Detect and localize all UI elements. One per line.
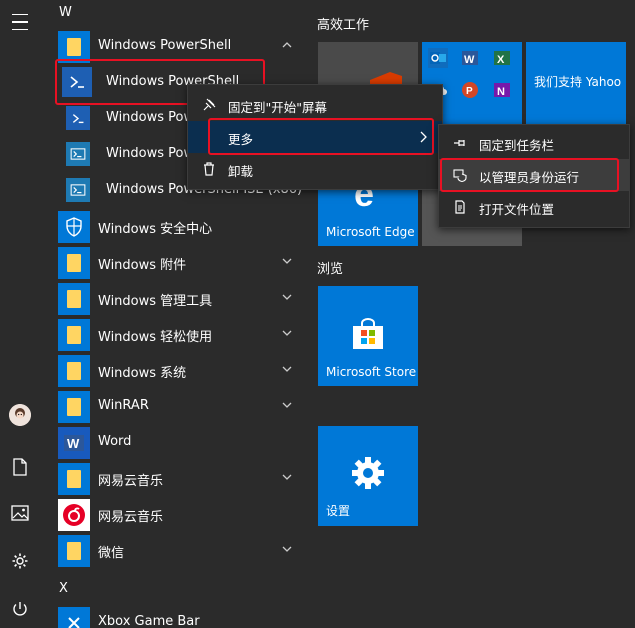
tile-settings[interactable]: 设置 xyxy=(318,426,418,526)
svg-text:N: N xyxy=(497,86,505,98)
word-icon: W xyxy=(460,48,480,68)
user-avatar[interactable] xyxy=(9,404,31,426)
highlight-more-item xyxy=(208,118,434,155)
list-item-label: Word xyxy=(98,434,132,449)
list-item-winrar-folder[interactable]: WinRAR xyxy=(48,389,310,425)
pin-icon xyxy=(454,140,465,146)
svg-text:P: P xyxy=(466,86,473,97)
word-icon: W xyxy=(58,427,90,459)
list-item-system-folder[interactable]: Windows 系统 xyxy=(48,353,310,389)
xbox-game-bar-icon xyxy=(58,607,90,628)
tile-yahoo-label: 我们支持 Yahoo xyxy=(534,75,622,89)
list-item-wechat-folder[interactable]: 微信 xyxy=(48,533,310,569)
documents-icon[interactable] xyxy=(8,455,32,479)
outlook-icon xyxy=(428,48,448,68)
list-item-label: Windows 轻松使用 xyxy=(98,330,213,345)
chevron-down-icon xyxy=(282,402,292,408)
menu-item-open-file-location[interactable]: 打开文件位置 xyxy=(439,191,629,223)
pin-icon xyxy=(203,98,216,111)
power-icon[interactable] xyxy=(8,597,32,621)
tile-settings-label: 设置 xyxy=(326,504,351,518)
folder-icon xyxy=(58,355,90,387)
folder-icon xyxy=(58,283,90,315)
chevron-down-icon xyxy=(282,366,292,372)
excel-icon: X xyxy=(492,48,512,68)
list-item-label: Windows PowerShell xyxy=(98,38,232,53)
list-item-ease-of-access-folder[interactable]: Windows 轻松使用 xyxy=(48,317,310,353)
list-item-xbox-game-bar[interactable]: Xbox Game Bar xyxy=(48,605,310,628)
list-item-admin-tools-folder[interactable]: Windows 管理工具 xyxy=(48,281,310,317)
powerpoint-icon: P xyxy=(460,80,480,100)
list-item-label: WinRAR xyxy=(98,398,149,413)
list-item-label: 网易云音乐 xyxy=(98,510,164,525)
shield-icon xyxy=(58,211,90,243)
tile-edge-label: Microsoft Edge xyxy=(326,225,415,239)
list-item-netease-folder[interactable]: 网易云音乐 xyxy=(48,461,310,497)
folder-icon xyxy=(58,463,90,495)
chevron-down-icon xyxy=(282,258,292,264)
file-location-icon xyxy=(455,200,465,214)
menu-item-label: 打开文件位置 xyxy=(479,202,555,217)
svg-text:W: W xyxy=(67,436,80,451)
list-item-label: 网易云音乐 xyxy=(98,474,164,489)
hamburger-menu-icon[interactable] xyxy=(8,10,32,34)
netease-music-icon xyxy=(58,499,90,531)
svg-text:W: W xyxy=(464,54,475,66)
section-letter-x[interactable]: X xyxy=(59,581,68,596)
powershell-ise-icon xyxy=(66,178,90,202)
tile-group-productivity: 高效工作 xyxy=(317,18,370,33)
start-rail xyxy=(0,0,40,628)
folder-icon xyxy=(58,319,90,351)
menu-item-pin-to-start[interactable]: 固定到"开始"屏幕 xyxy=(188,89,442,121)
settings-gear-icon[interactable] xyxy=(8,549,32,573)
menu-item-label: 固定到任务栏 xyxy=(479,138,555,153)
section-letter-w[interactable]: W xyxy=(59,5,72,20)
powershell-icon xyxy=(66,106,90,130)
list-item-label: 微信 xyxy=(98,546,125,561)
list-item-label: Xbox Game Bar xyxy=(98,614,200,628)
list-item-label: Windows 管理工具 xyxy=(98,294,213,309)
menu-item-label: 卸载 xyxy=(228,164,254,179)
folder-icon xyxy=(58,535,90,567)
list-item-accessories-folder[interactable]: Windows 附件 xyxy=(48,245,310,281)
list-item-security-center[interactable]: Windows 安全中心 xyxy=(48,209,310,245)
tile-group-browse: 浏览 xyxy=(317,262,344,277)
menu-item-uninstall[interactable]: 卸载 xyxy=(188,153,442,185)
list-item-label: Windows 附件 xyxy=(98,258,187,273)
folder-icon xyxy=(58,247,90,279)
pictures-icon[interactable] xyxy=(8,501,32,525)
tile-store-label: Microsoft Store xyxy=(326,365,417,379)
chevron-down-icon xyxy=(282,546,292,552)
list-item-label: Windows 安全中心 xyxy=(98,222,213,237)
powershell-ise-icon xyxy=(66,142,90,166)
folder-icon xyxy=(58,391,90,423)
gear-icon xyxy=(352,457,384,489)
onenote-icon: N xyxy=(492,80,512,100)
svg-text:X: X xyxy=(497,54,505,66)
trash-icon xyxy=(204,162,214,176)
menu-item-pin-to-taskbar[interactable]: 固定到任务栏 xyxy=(439,127,629,159)
chevron-down-icon xyxy=(282,294,292,300)
chevron-down-icon xyxy=(282,474,292,480)
highlight-run-as-admin xyxy=(440,158,619,192)
chevron-up-icon xyxy=(282,42,292,48)
chevron-down-icon xyxy=(282,330,292,336)
menu-item-label: 固定到"开始"屏幕 xyxy=(228,100,327,115)
list-item-word[interactable]: W Word xyxy=(48,425,310,461)
store-bag-icon xyxy=(353,318,383,349)
tile-microsoft-store[interactable]: Microsoft Store xyxy=(318,286,418,386)
list-item-netease-app[interactable]: 网易云音乐 xyxy=(48,497,310,533)
list-item-label: Windows 系统 xyxy=(98,366,187,381)
